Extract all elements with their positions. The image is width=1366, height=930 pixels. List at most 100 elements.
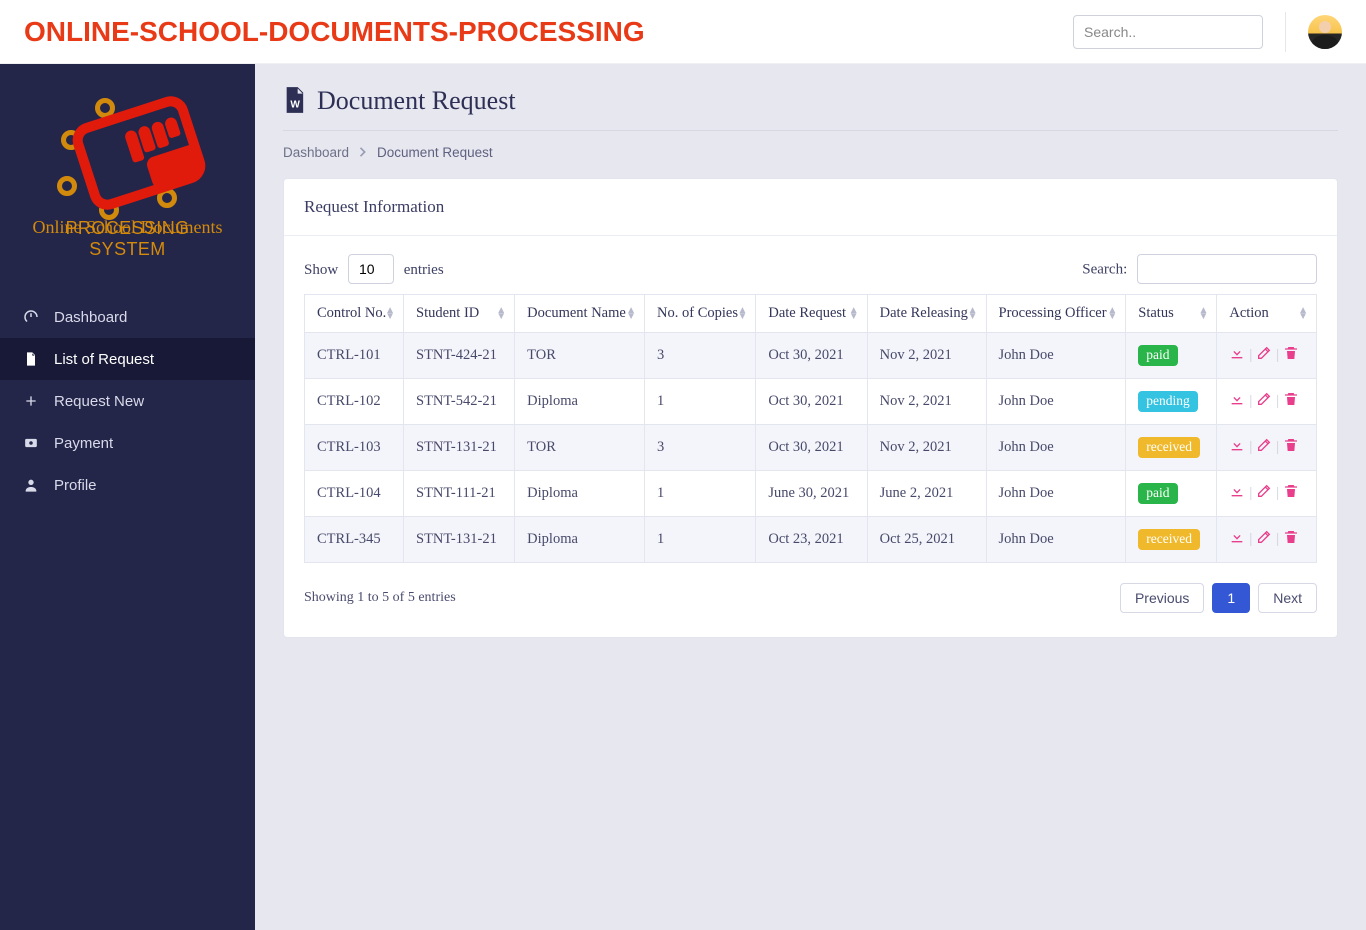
datatable-search-input[interactable]	[1137, 254, 1317, 284]
column-header-label: Date Releasing	[880, 305, 968, 321]
status-badge: received	[1138, 529, 1200, 550]
table-row: CTRL-103STNT-131-21TOR3Oct 30, 2021Nov 2…	[305, 425, 1317, 471]
delete-icon[interactable]	[1283, 345, 1299, 366]
table-cell: John Doe	[986, 379, 1126, 425]
download-icon[interactable]	[1229, 391, 1245, 412]
status-cell: paid	[1126, 471, 1217, 517]
table-cell: 1	[645, 379, 756, 425]
status-cell: received	[1126, 425, 1217, 471]
column-header[interactable]: No. of Copies▲▼	[645, 295, 756, 333]
sidebar-item-label: Request New	[54, 393, 144, 410]
column-header[interactable]: Processing Officer▲▼	[986, 295, 1126, 333]
sidebar-item-request-new[interactable]: Request New	[0, 380, 255, 422]
column-header-label: Action	[1229, 305, 1268, 321]
table-cell: CTRL-102	[305, 379, 404, 425]
column-header-label: Document Name	[527, 305, 626, 321]
table-cell: Oct 30, 2021	[756, 425, 867, 471]
sidebar-item-label: Dashboard	[54, 309, 127, 326]
table-cell: STNT-542-21	[404, 379, 515, 425]
sidebar-logo: Online School Documents PROCESSING SYSTE…	[0, 86, 255, 288]
breadcrumb-root[interactable]: Dashboard	[283, 145, 349, 160]
table-cell: 1	[645, 517, 756, 563]
pagination: Previous 1 Next	[1120, 583, 1317, 613]
column-header-label: Student ID	[416, 305, 479, 321]
global-search-input[interactable]	[1073, 15, 1263, 49]
main-content: W Document Request Dashboard Document Re…	[255, 64, 1366, 930]
sort-icon: ▲▼	[1298, 308, 1308, 320]
column-header[interactable]: Document Name▲▼	[515, 295, 645, 333]
page-length-input[interactable]	[348, 254, 394, 284]
table-cell: Oct 30, 2021	[756, 333, 867, 379]
sidebar: Online School Documents PROCESSING SYSTE…	[0, 64, 255, 930]
sort-icon: ▲▼	[1198, 308, 1208, 320]
sidebar-item-dashboard[interactable]: Dashboard	[0, 296, 255, 338]
user-icon	[22, 476, 40, 494]
table-cell: Nov 2, 2021	[867, 425, 986, 471]
status-badge: paid	[1138, 345, 1177, 366]
column-header[interactable]: Student ID▲▼	[404, 295, 515, 333]
table-cell: Nov 2, 2021	[867, 379, 986, 425]
table-row: CTRL-102STNT-542-21Diploma1Oct 30, 2021N…	[305, 379, 1317, 425]
edit-icon[interactable]	[1256, 529, 1272, 550]
column-header[interactable]: Status▲▼	[1126, 295, 1217, 333]
delete-icon[interactable]	[1283, 391, 1299, 412]
action-cell: ||	[1217, 379, 1317, 425]
action-cell: ||	[1217, 333, 1317, 379]
table-cell: CTRL-104	[305, 471, 404, 517]
download-icon[interactable]	[1229, 529, 1245, 550]
pagination-next[interactable]: Next	[1258, 583, 1317, 613]
download-icon[interactable]	[1229, 345, 1245, 366]
sidebar-item-payment[interactable]: Payment	[0, 422, 255, 464]
sort-icon: ▲▼	[737, 308, 747, 320]
column-header-label: Processing Officer	[999, 305, 1107, 321]
topbar-divider	[1285, 12, 1286, 52]
money-icon	[22, 434, 40, 452]
request-info-card: Request Information Show entries Search:	[283, 178, 1338, 638]
requests-table: Control No.▲▼Student ID▲▼Document Name▲▼…	[304, 294, 1317, 563]
page-title: Document Request	[317, 86, 516, 116]
delete-icon[interactable]	[1283, 529, 1299, 550]
table-cell: 1	[645, 471, 756, 517]
sidebar-item-label: List of Request	[54, 351, 154, 368]
table-cell: 3	[645, 333, 756, 379]
sort-icon: ▲▼	[849, 308, 859, 320]
edit-icon[interactable]	[1256, 483, 1272, 504]
delete-icon[interactable]	[1283, 437, 1299, 458]
column-header[interactable]: Action ▲▼	[1217, 295, 1317, 333]
sort-icon: ▲▼	[968, 308, 978, 320]
edit-icon[interactable]	[1256, 437, 1272, 458]
download-icon[interactable]	[1229, 437, 1245, 458]
table-cell: STNT-424-21	[404, 333, 515, 379]
delete-icon[interactable]	[1283, 483, 1299, 504]
sidebar-item-profile[interactable]: Profile	[0, 464, 255, 506]
table-cell: Diploma	[515, 517, 645, 563]
column-header[interactable]: Date Request▲▼	[756, 295, 867, 333]
status-badge: received	[1138, 437, 1200, 458]
table-cell: 3	[645, 425, 756, 471]
brand-title: ONLINE-SCHOOL-DOCUMENTS-PROCESSING	[24, 16, 645, 48]
table-cell: Oct 23, 2021	[756, 517, 867, 563]
column-header[interactable]: Control No.▲▼	[305, 295, 404, 333]
user-avatar[interactable]	[1308, 15, 1342, 49]
table-cell: STNT-131-21	[404, 425, 515, 471]
entries-label: entries	[404, 262, 444, 278]
action-cell: ||	[1217, 425, 1317, 471]
action-cell: ||	[1217, 471, 1317, 517]
pagination-page-1[interactable]: 1	[1212, 583, 1250, 613]
card-title: Request Information	[284, 179, 1337, 236]
edit-icon[interactable]	[1256, 345, 1272, 366]
table-row: CTRL-101STNT-424-21TOR3Oct 30, 2021Nov 2…	[305, 333, 1317, 379]
column-header-label: Control No.	[317, 305, 386, 321]
sidebar-item-list-of-request[interactable]: List of Request	[0, 338, 255, 380]
table-cell: Oct 30, 2021	[756, 379, 867, 425]
table-cell: TOR	[515, 333, 645, 379]
download-icon[interactable]	[1229, 483, 1245, 504]
table-cell: June 2, 2021	[867, 471, 986, 517]
column-header[interactable]: Date Releasing▲▼	[867, 295, 986, 333]
datatable-length: Show entries	[304, 254, 444, 284]
pagination-previous[interactable]: Previous	[1120, 583, 1204, 613]
breadcrumb-current: Document Request	[377, 145, 493, 160]
edit-icon[interactable]	[1256, 391, 1272, 412]
table-row: CTRL-345STNT-131-21Diploma1Oct 23, 2021O…	[305, 517, 1317, 563]
sidebar-item-label: Payment	[54, 435, 113, 452]
